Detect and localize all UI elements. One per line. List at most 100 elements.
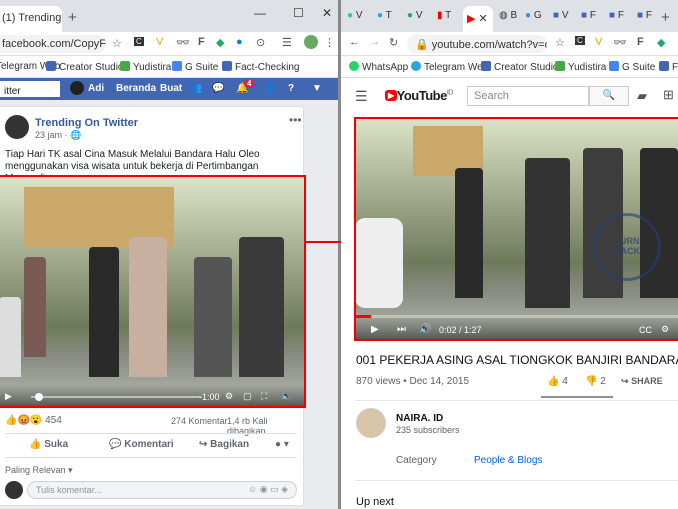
url-field[interactable]: 🔒 youtube.com/watch?v=dX... — [407, 35, 547, 53]
tab-10[interactable]: ■ F — [609, 10, 624, 21]
bookmark-creator-studio[interactable]: Creator Studio — [481, 61, 558, 73]
avatar[interactable] — [70, 81, 84, 95]
extension-icon[interactable]: F — [198, 36, 205, 48]
extensions-menu-icon[interactable]: ☰ — [282, 36, 292, 49]
star-icon[interactable]: ☆ — [555, 36, 565, 49]
extension-icon[interactable]: ◆ — [657, 36, 665, 49]
tab-4[interactable]: ▮ T — [437, 10, 451, 21]
glasses-icon[interactable]: 👓 — [176, 36, 190, 49]
extension-icon[interactable]: C — [134, 37, 144, 46]
sentiment-bar — [541, 396, 613, 398]
divider — [355, 480, 678, 481]
avatar — [5, 481, 23, 499]
facebook-search-input[interactable]: itter — [0, 81, 60, 97]
apps-icon[interactable]: ⊞ — [663, 87, 674, 103]
nav-create[interactable]: Buat — [160, 83, 182, 94]
tab-title: (1) Trending On Twitter - Beranda — [2, 12, 62, 24]
bookmark-fact-checking[interactable]: Fact-Checking — [222, 61, 299, 73]
video-title: 001 PEKERJA ASING ASAL TIONGKOK BANJIRI … — [356, 353, 678, 367]
dislike-button[interactable]: 👎 2 — [585, 376, 606, 387]
back-icon[interactable]: ← — [349, 36, 360, 48]
divider — [5, 433, 297, 434]
more-options-icon[interactable]: ••• — [289, 113, 302, 127]
help-icon[interactable]: ? — [288, 83, 294, 94]
audience-selector[interactable]: ● ▾ — [275, 439, 289, 450]
extension-icon[interactable]: F — [637, 36, 644, 48]
category-link[interactable]: People & Blogs — [474, 455, 542, 466]
tab-2[interactable]: ● T — [377, 10, 392, 21]
profile-avatar[interactable] — [304, 35, 318, 49]
channel-name[interactable]: NAIRA. ID — [396, 413, 443, 424]
create-video-icon[interactable]: ▰ — [637, 88, 647, 104]
page-name[interactable]: Trending On Twitter — [35, 117, 138, 129]
bookmark-telegram[interactable]: Telegram Web — [411, 61, 488, 73]
bookmark-g-suite[interactable]: G Suite — [609, 61, 655, 73]
reload-icon[interactable]: ↻ — [389, 36, 398, 49]
post-time[interactable]: 23 jam · 🌐 — [35, 130, 81, 141]
facebook-window: (1) Trending On Twitter - Beranda + — ☐ … — [0, 0, 338, 509]
star-icon[interactable]: ☆ — [112, 37, 122, 50]
page-avatar[interactable] — [5, 115, 29, 139]
reactions-summary[interactable]: 👍😡😮 454 — [5, 415, 62, 426]
divider — [355, 400, 678, 401]
search-button[interactable]: 🔍 — [589, 86, 629, 106]
new-tab-icon[interactable]: + — [661, 9, 670, 26]
comment-sort[interactable]: Paling Relevan ▾ — [5, 465, 73, 476]
nav-home[interactable]: Beranda — [116, 83, 156, 94]
share-button[interactable]: ↪ Bagikan — [199, 439, 249, 450]
tab-9[interactable]: ■ F — [581, 10, 596, 21]
share-icon: ↪ — [621, 376, 629, 386]
highlight-box — [354, 117, 678, 341]
youtube-logo[interactable]: ▶ YouTubeID — [385, 88, 453, 103]
extension-icon[interactable]: V — [595, 36, 602, 48]
nav-user[interactable]: Adi — [88, 83, 104, 94]
messenger-icon[interactable]: 💬 — [212, 83, 224, 94]
comment-input[interactable]: Tulis komentar... ☺ ◉ ▭ ◈ — [27, 481, 297, 499]
tab-1[interactable]: ● V — [347, 10, 363, 21]
chevron-down-icon[interactable]: ▼ — [312, 83, 322, 94]
like-button[interactable]: 👍 4 — [547, 376, 568, 387]
youtube-search-input[interactable]: Search — [467, 86, 589, 106]
comment-icon: 💬 — [109, 439, 122, 450]
friends-icon[interactable]: 👥 — [190, 83, 202, 94]
tab-3[interactable]: ● V — [407, 10, 423, 21]
reaction-icons: 👍😡😮 — [5, 415, 43, 426]
highlight-box — [0, 175, 306, 408]
bookmark-whatsapp[interactable]: WhatsApp — [349, 61, 408, 73]
hamburger-menu-icon[interactable]: ☰ — [355, 88, 368, 105]
tab-6[interactable]: ◍ B — [499, 10, 517, 21]
bookmark-creator-studio[interactable]: Creator Studio — [46, 61, 123, 73]
right-address-bar: ← → ↻ 🔒 youtube.com/watch?v=dX... ☆ C V … — [341, 32, 678, 56]
url-field[interactable]: facebook.com/CopyFromT... — [0, 35, 106, 53]
bookmark-fa[interactable]: Fa — [659, 61, 678, 73]
tab-facebook[interactable]: (1) Trending On Twitter - Beranda — [0, 6, 62, 32]
tab-11[interactable]: ■ F — [637, 10, 652, 21]
emoji-camera-gif-sticker-icons[interactable]: ☺ ◉ ▭ ◈ — [248, 484, 288, 495]
glasses-icon[interactable]: 👓 — [613, 36, 627, 49]
bookmark-g-suite[interactable]: G Suite — [172, 61, 218, 73]
extension-icon[interactable]: C — [575, 36, 585, 45]
left-bookmarks-bar: Telegram Web Creator Studio Yudistira G … — [0, 56, 338, 78]
tab-7[interactable]: ● G — [525, 10, 542, 21]
like-button[interactable]: 👍 Suka — [29, 439, 68, 450]
minimize-button[interactable]: — — [254, 6, 266, 20]
channel-avatar[interactable] — [356, 408, 386, 438]
extension-icon[interactable]: ◆ — [216, 36, 224, 49]
maximize-button[interactable]: ☐ — [293, 6, 304, 20]
thumbs-down-icon: 👎 — [585, 376, 598, 387]
friend-requests-icon[interactable]: 👤 — [264, 83, 276, 94]
bookmark-yudistira[interactable]: Yudistira — [555, 61, 606, 73]
tab-youtube-active[interactable]: ▶ ✕ — [463, 6, 493, 32]
forward-icon[interactable]: → — [369, 36, 380, 48]
comment-count[interactable]: 274 Komentar — [171, 416, 228, 426]
extension-icon[interactable]: V — [156, 36, 163, 48]
tab-8[interactable]: ■ V — [553, 10, 569, 21]
share-button[interactable]: ↪ SHARE — [621, 376, 663, 387]
bookmark-yudistira[interactable]: Yudistira — [120, 61, 171, 73]
extension-icon[interactable]: ● — [236, 36, 243, 48]
extension-icon[interactable]: ⊙ — [256, 36, 265, 49]
comment-button[interactable]: 💬 Komentari — [109, 439, 174, 450]
close-button[interactable]: ✕ — [322, 6, 332, 20]
menu-icon[interactable]: ⋮ — [324, 36, 335, 49]
new-tab-icon[interactable]: + — [68, 9, 77, 26]
